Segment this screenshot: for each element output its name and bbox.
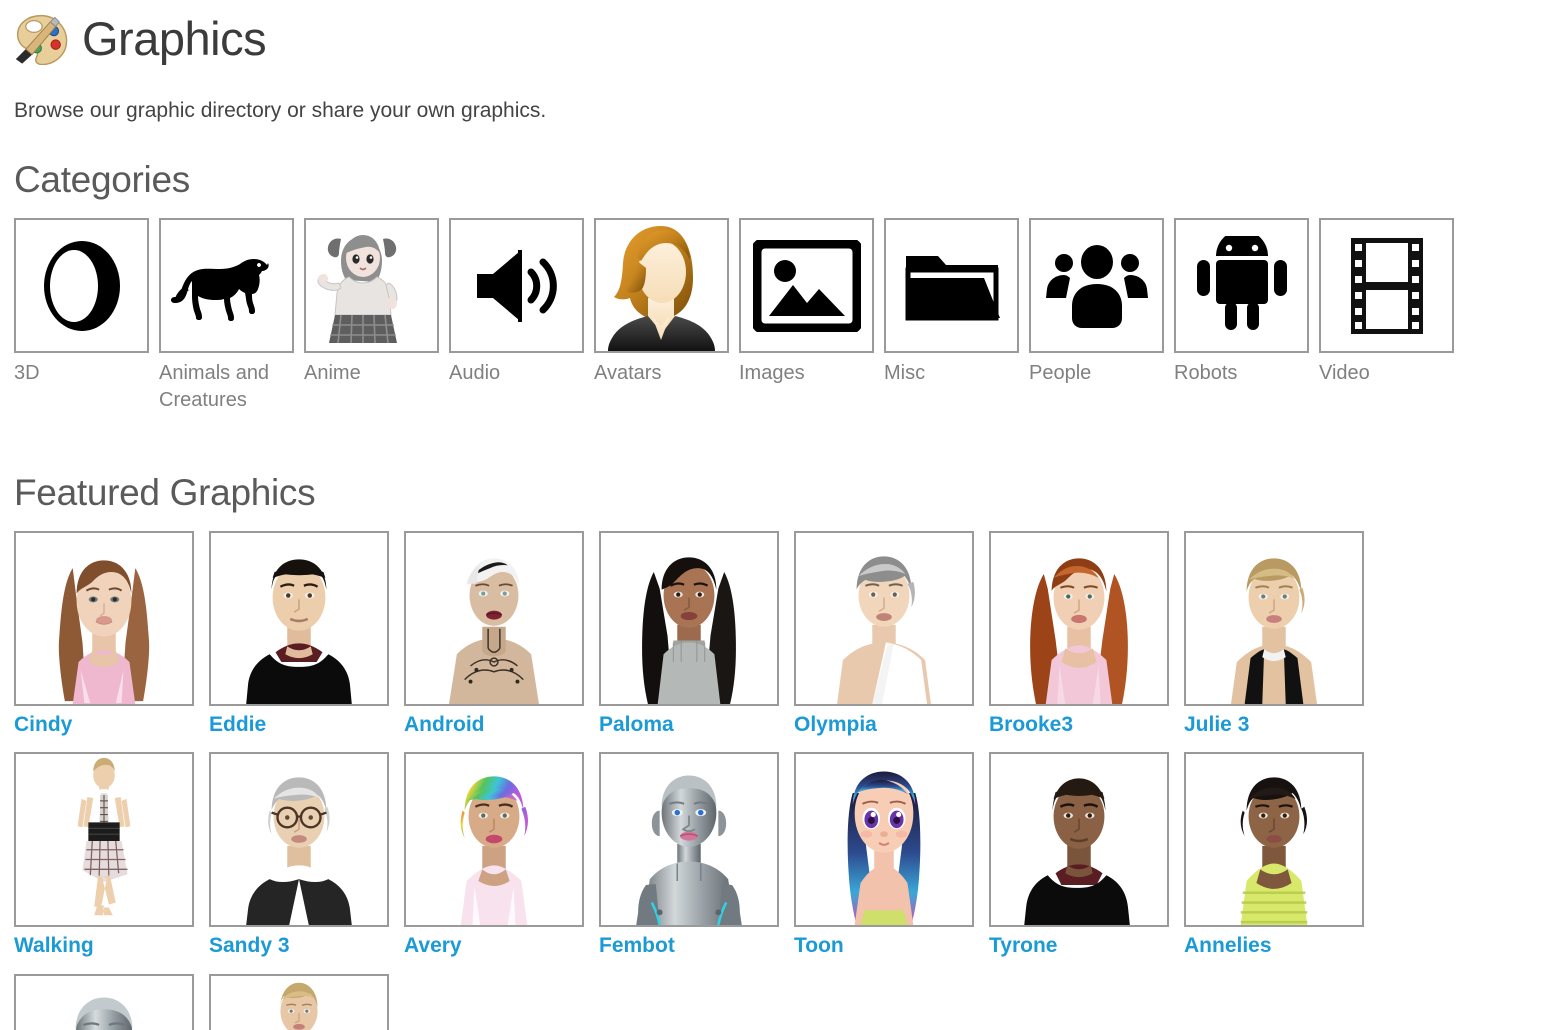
- graphic-label-sandy-3[interactable]: Sandy 3: [209, 933, 389, 958]
- category-label-robots[interactable]: Robots: [1174, 360, 1309, 387]
- featured-graphics-heading: Featured Graphics: [14, 472, 316, 514]
- category-item-audio[interactable]: Audio: [449, 218, 584, 387]
- category-item-images[interactable]: Images: [739, 218, 874, 387]
- category-item-animals-and-creatures[interactable]: Animals and Creatures: [159, 218, 294, 414]
- page-header: Graphics: [14, 0, 1546, 68]
- graphic-label-cindy[interactable]: Cindy: [14, 712, 194, 737]
- category-item-misc[interactable]: Misc: [884, 218, 1019, 387]
- featured-graphics-section: Featured Graphics Cindy Eddie Android Pa…: [14, 474, 1546, 1030]
- categories-row: 3D Animals and Creatures Anime Audio Ava…: [14, 218, 1546, 414]
- category-label-animals-and-creatures[interactable]: Animals and Creatures: [159, 360, 294, 414]
- category-item-people[interactable]: People: [1029, 218, 1164, 387]
- graphic-label-fembot[interactable]: Fembot: [599, 933, 779, 958]
- dog-silhouette-icon: [170, 246, 283, 326]
- graphic-item-robot[interactable]: Robot: [14, 973, 194, 1030]
- graphic-thumbnail-sandy-3[interactable]: [209, 752, 389, 928]
- category-item-robots[interactable]: Robots: [1174, 218, 1309, 387]
- graphic-thumbnail-julie-3[interactable]: [1184, 531, 1364, 707]
- category-tile-3d[interactable]: [14, 218, 149, 354]
- graphics-page: Graphics Browse our graphic directory or…: [0, 0, 1560, 1030]
- category-item-avatars[interactable]: Avatars: [594, 218, 729, 387]
- category-label-avatars[interactable]: Avatars: [594, 360, 729, 387]
- category-tile-people[interactable]: [1029, 218, 1164, 354]
- folder-icon: [902, 246, 1002, 326]
- graphic-thumbnail-annelies[interactable]: [1184, 752, 1364, 928]
- graphic-item-julie-3-school[interactable]: Julie 3 School: [209, 973, 389, 1030]
- category-label-misc[interactable]: Misc: [884, 360, 1019, 387]
- graphic-thumbnail-tyrone[interactable]: [989, 752, 1169, 928]
- category-tile-avatars[interactable]: [594, 218, 729, 354]
- graphic-item-paloma[interactable]: Paloma: [599, 531, 779, 737]
- graphic-label-brooke3[interactable]: Brooke3: [989, 712, 1169, 737]
- category-tile-anime[interactable]: [304, 218, 439, 354]
- graphic-thumbnail-robot[interactable]: [14, 973, 194, 1030]
- graphic-item-julie-3[interactable]: Julie 3: [1184, 531, 1364, 737]
- graphic-label-annelies[interactable]: Annelies: [1184, 933, 1364, 958]
- artist-palette-icon: [14, 12, 72, 66]
- graphic-label-tyrone[interactable]: Tyrone: [989, 933, 1169, 958]
- category-label-3d[interactable]: 3D: [14, 360, 149, 387]
- page-title: Graphics: [82, 11, 267, 65]
- graphic-item-cindy[interactable]: Cindy: [14, 531, 194, 737]
- graphic-label-julie-3[interactable]: Julie 3: [1184, 712, 1364, 737]
- featured-graphics-grid: Cindy Eddie Android Paloma Olympia Brook…: [14, 531, 1546, 1030]
- category-label-images[interactable]: Images: [739, 360, 874, 387]
- category-tile-video[interactable]: [1319, 218, 1454, 354]
- graphic-item-toon[interactable]: Toon: [794, 752, 974, 958]
- graphic-item-walking[interactable]: Walking: [14, 752, 194, 958]
- graphic-item-tyrone[interactable]: Tyrone: [989, 752, 1169, 958]
- 3d-ring-icon: [36, 236, 128, 336]
- graphic-thumbnail-paloma[interactable]: [599, 531, 779, 707]
- speaker-icon: [469, 244, 565, 328]
- group-of-people-icon: [1044, 244, 1150, 328]
- android-robot-icon: [1192, 235, 1292, 336]
- woman-avatar-icon: [596, 220, 727, 352]
- graphic-item-brooke3[interactable]: Brooke3: [989, 531, 1169, 737]
- graphic-label-olympia[interactable]: Olympia: [794, 712, 974, 737]
- category-label-anime[interactable]: Anime: [304, 360, 439, 387]
- graphic-thumbnail-brooke3[interactable]: [989, 531, 1169, 707]
- category-tile-images[interactable]: [739, 218, 874, 354]
- categories-section: Categories 3D Animals and Creatures Anim…: [14, 161, 1546, 414]
- graphic-thumbnail-cindy[interactable]: [14, 531, 194, 707]
- graphic-item-eddie[interactable]: Eddie: [209, 531, 389, 737]
- graphic-item-annelies[interactable]: Annelies: [1184, 752, 1364, 958]
- graphic-thumbnail-olympia[interactable]: [794, 531, 974, 707]
- category-tile-animals-and-creatures[interactable]: [159, 218, 294, 354]
- graphic-label-walking[interactable]: Walking: [14, 933, 194, 958]
- category-tile-misc[interactable]: [884, 218, 1019, 354]
- page-subtitle: Browse our graphic directory or share yo…: [14, 99, 547, 122]
- graphic-thumbnail-walking[interactable]: [14, 752, 194, 928]
- graphic-label-toon[interactable]: Toon: [794, 933, 974, 958]
- category-item-anime[interactable]: Anime: [304, 218, 439, 387]
- category-item-video[interactable]: Video: [1319, 218, 1454, 387]
- graphic-thumbnail-android[interactable]: [404, 531, 584, 707]
- graphic-item-fembot[interactable]: Fembot: [599, 752, 779, 958]
- graphic-item-olympia[interactable]: Olympia: [794, 531, 974, 737]
- category-tile-robots[interactable]: [1174, 218, 1309, 354]
- graphic-item-avery[interactable]: Avery: [404, 752, 584, 958]
- film-strip-icon: [1349, 236, 1425, 336]
- graphic-label-android[interactable]: Android: [404, 712, 584, 737]
- category-item-3d[interactable]: 3D: [14, 218, 149, 387]
- graphic-thumbnail-toon[interactable]: [794, 752, 974, 928]
- category-label-video[interactable]: Video: [1319, 360, 1454, 387]
- category-label-audio[interactable]: Audio: [449, 360, 584, 387]
- anime-girl-icon: [313, 221, 431, 351]
- graphic-label-avery[interactable]: Avery: [404, 933, 584, 958]
- graphic-thumbnail-fembot[interactable]: [599, 752, 779, 928]
- graphic-label-eddie[interactable]: Eddie: [209, 712, 389, 737]
- category-tile-audio[interactable]: [449, 218, 584, 354]
- graphic-label-paloma[interactable]: Paloma: [599, 712, 779, 737]
- graphic-item-android[interactable]: Android: [404, 531, 584, 737]
- graphic-item-sandy-3[interactable]: Sandy 3: [209, 752, 389, 958]
- graphic-thumbnail-julie-3-school[interactable]: [209, 973, 389, 1030]
- categories-heading: Categories: [14, 159, 190, 201]
- graphic-thumbnail-eddie[interactable]: [209, 531, 389, 707]
- category-label-people[interactable]: People: [1029, 360, 1164, 387]
- graphic-thumbnail-avery[interactable]: [404, 752, 584, 928]
- picture-frame-icon: [752, 239, 861, 332]
